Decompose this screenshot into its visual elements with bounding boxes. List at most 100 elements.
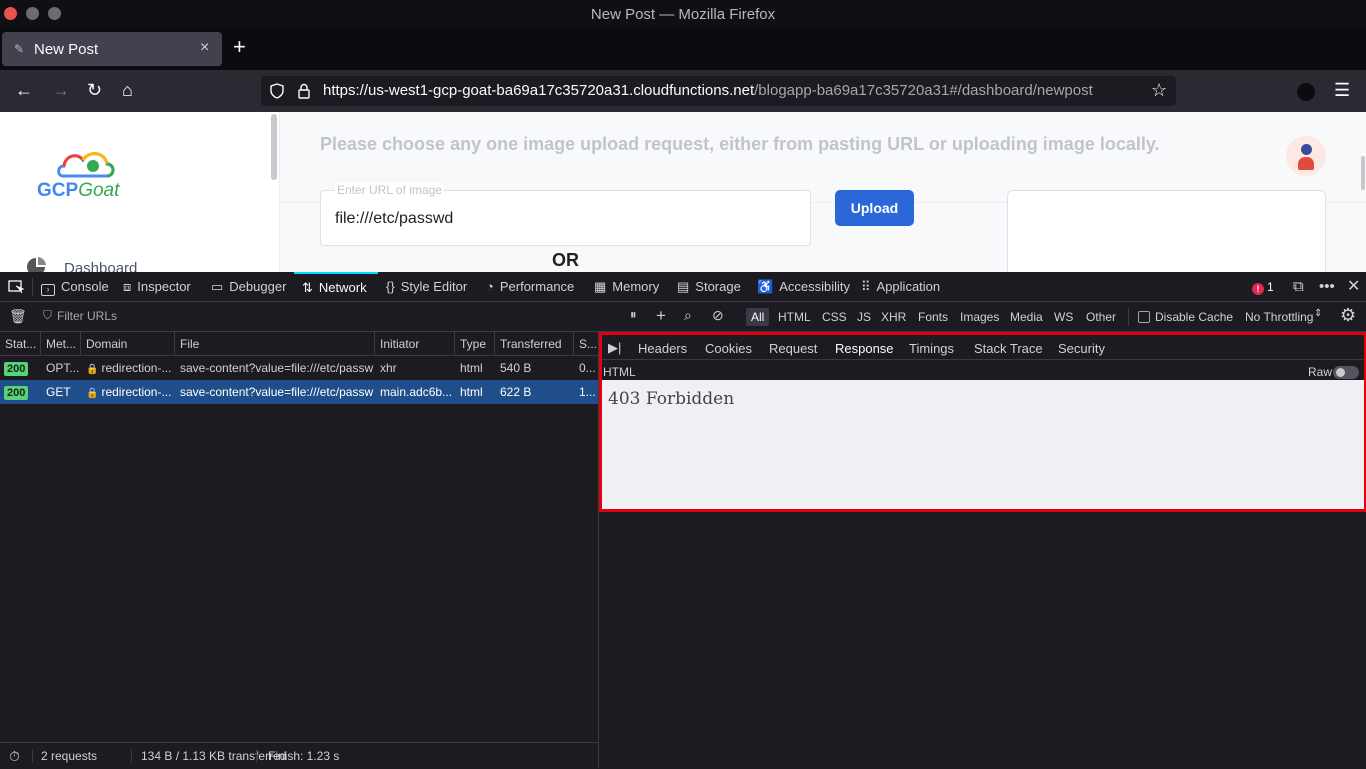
domain-text: redirection-...: [101, 361, 172, 375]
forward-button[interactable]: →: [52, 80, 70, 100]
search-icon[interactable]: ⌕: [684, 307, 692, 324]
url-text[interactable]: https://us-west1-gcp-goat-ba69a17c35720a…: [323, 82, 1093, 99]
page-scrollbar[interactable]: [1361, 156, 1365, 190]
tab-application[interactable]: ⠿ Application: [861, 272, 940, 302]
back-button[interactable]: ←: [15, 80, 33, 100]
logo-goat: Goat: [78, 180, 120, 201]
reload-button[interactable]: ↻: [87, 80, 102, 100]
detail-tab-cookies[interactable]: Cookies: [705, 337, 752, 361]
element-picker-icon[interactable]: [8, 280, 24, 294]
main-panel: Please choose any one image upload reque…: [280, 112, 1366, 272]
method-cell: OPT...: [46, 361, 80, 375]
filter-images[interactable]: Images: [960, 308, 999, 326]
performance-analysis-icon[interactable]: ⏱: [9, 743, 20, 769]
sidebar-scrollbar[interactable]: [271, 114, 277, 180]
error-count-badge[interactable]: ! 1: [1252, 272, 1274, 302]
tab-accessibility[interactable]: ♿ Accessibility: [757, 272, 850, 302]
page-content: GCPGoat Dashboard Please choose any one …: [0, 112, 1366, 272]
status-badge: 200: [4, 362, 29, 376]
inspector-icon: ⧈: [123, 279, 132, 294]
col-status[interactable]: Stat...: [0, 332, 41, 356]
detail-tab-timings[interactable]: Timings: [909, 337, 954, 361]
storage-icon: ▤: [677, 279, 690, 294]
tab-storage[interactable]: ▤ Storage: [677, 272, 741, 302]
detail-tab-security[interactable]: Security: [1058, 337, 1105, 361]
block-icon[interactable]: ⊘: [712, 307, 724, 324]
console-icon: ›: [41, 284, 55, 296]
add-request-icon[interactable]: +: [656, 306, 666, 326]
detail-tab-stack-trace[interactable]: Stack Trace: [974, 337, 1043, 361]
status-finish: Finish: 1.23 s: [268, 749, 340, 763]
home-button[interactable]: ⌂: [122, 80, 133, 100]
dock-toggle-icon[interactable]: ⧉: [1293, 272, 1304, 302]
network-settings-gear-icon[interactable]: ⚙: [1340, 305, 1356, 326]
tab-inspector[interactable]: ⧈ Inspector: [123, 272, 191, 302]
menu-hamburger-icon[interactable]: ☰: [1334, 80, 1350, 100]
status-cell: 200: [4, 356, 40, 380]
filter-html[interactable]: HTML: [778, 308, 811, 326]
pause-icon[interactable]: ⏸: [630, 307, 637, 323]
col-domain[interactable]: Domain: [81, 332, 175, 356]
request-detail-panel: ▶| Headers Cookies Request Response Timi…: [598, 332, 1366, 768]
image-url-value[interactable]: file:///etc/passwd: [335, 210, 453, 228]
bookmark-star-icon[interactable]: ☆: [1151, 80, 1167, 101]
col-initiator[interactable]: Initiator: [375, 332, 455, 356]
new-tab-button[interactable]: +: [233, 36, 246, 58]
error-count: 1: [1267, 280, 1274, 294]
type-cell: html: [460, 385, 483, 399]
col-size[interactable]: S...: [574, 332, 598, 356]
filter-ws[interactable]: WS: [1054, 308, 1073, 326]
throttling-select[interactable]: No Throttling: [1245, 308, 1313, 326]
tracking-protection-shield-icon[interactable]: [270, 83, 284, 99]
filter-xhr[interactable]: XHR: [881, 308, 906, 326]
more-options-icon[interactable]: •••: [1319, 272, 1335, 302]
image-url-field[interactable]: Enter URL of image file:///etc/passwd: [320, 183, 811, 246]
error-icon: !: [1252, 283, 1264, 295]
tab-network[interactable]: ⇅ Network: [294, 272, 378, 302]
upload-button[interactable]: Upload: [835, 190, 914, 226]
raw-toggle[interactable]: [1333, 366, 1359, 379]
table-header: Stat... Met... Domain File Initiator Typ…: [0, 332, 598, 356]
transferred-cell: 622 B: [500, 385, 532, 399]
col-type[interactable]: Type: [455, 332, 495, 356]
tab-label: Style Editor: [400, 279, 468, 294]
filter-js[interactable]: JS: [857, 308, 871, 326]
filter-urls-input[interactable]: Filter URLs: [57, 309, 117, 323]
user-avatar[interactable]: [1286, 136, 1326, 176]
browser-tab-new-post[interactable]: ✎ New Post ×: [2, 32, 222, 66]
toggle-sidebar-icon[interactable]: ▶|: [608, 340, 621, 356]
disable-cache-label[interactable]: Disable Cache: [1155, 308, 1233, 326]
address-bar[interactable]: https://us-west1-gcp-goat-ba69a17c35720a…: [261, 76, 1176, 106]
size-cell: 1...: [579, 385, 596, 399]
lock-icon: 🔒: [86, 388, 99, 399]
clear-trash-icon[interactable]: 🗑: [9, 308, 27, 325]
detail-tab-request[interactable]: Request: [769, 337, 817, 361]
tab-console[interactable]: › Console: [41, 272, 109, 302]
col-transferred[interactable]: Transferred: [495, 332, 574, 356]
table-row-selected[interactable]: 200 GET 🔒 redirection-... save-content?va…: [0, 380, 598, 404]
disable-cache-checkbox[interactable]: [1138, 311, 1150, 323]
filter-fonts[interactable]: Fonts: [918, 308, 948, 326]
performance-gauge-icon: ◔: [486, 279, 494, 294]
tab-performance[interactable]: ◔ Performance: [486, 272, 574, 302]
table-row[interactable]: 200 OPT... 🔒 redirection-... save-content…: [0, 356, 598, 380]
col-file[interactable]: File: [175, 332, 375, 356]
lock-icon[interactable]: [298, 83, 310, 99]
account-avatar-icon[interactable]: [1297, 83, 1315, 101]
filter-media[interactable]: Media: [1010, 308, 1043, 326]
tab-debugger[interactable]: ▭ Debugger: [211, 272, 286, 302]
close-devtools-icon[interactable]: ✕: [1347, 272, 1360, 302]
filter-all[interactable]: All: [746, 308, 770, 326]
request-table: Stat... Met... Domain File Initiator Typ…: [0, 332, 598, 742]
tab-style-editor[interactable]: {} Style Editor: [386, 272, 467, 302]
filter-css[interactable]: CSS: [822, 308, 847, 326]
or-label: OR: [552, 250, 579, 270]
detail-tab-headers[interactable]: Headers: [638, 337, 687, 361]
close-tab-icon[interactable]: ×: [200, 39, 209, 57]
sidebar-item-dashboard[interactable]: Dashboard: [26, 257, 266, 272]
col-method[interactable]: Met...: [41, 332, 81, 356]
domain-cell: 🔒 redirection-...: [86, 356, 172, 380]
filter-other[interactable]: Other: [1086, 308, 1116, 326]
tab-memory[interactable]: ▦ Memory: [594, 272, 659, 302]
detail-tab-response[interactable]: Response: [835, 337, 894, 361]
